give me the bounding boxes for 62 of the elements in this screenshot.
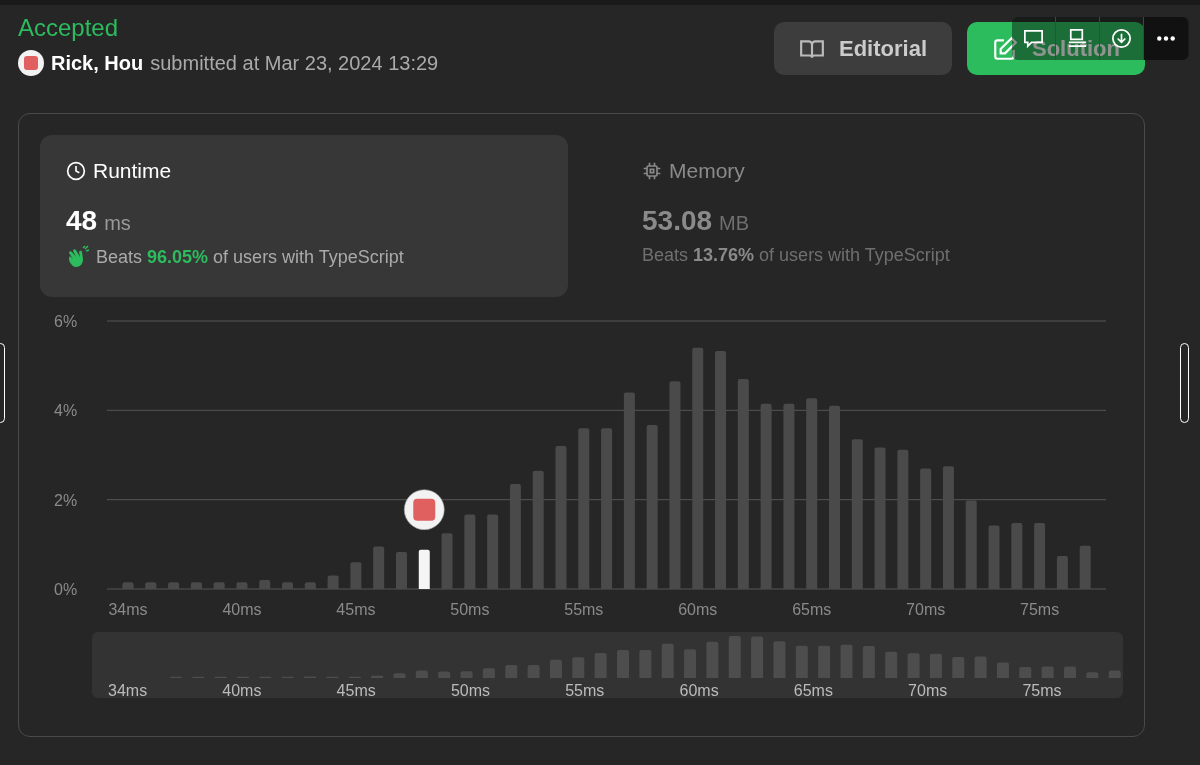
bar bbox=[572, 657, 585, 678]
beats-text: Beats 96.05% of users with TypeScript bbox=[96, 246, 404, 268]
bar bbox=[617, 649, 629, 678]
stat-title: Memory bbox=[669, 159, 745, 183]
axis-label: 60ms bbox=[679, 682, 719, 698]
bar bbox=[885, 651, 898, 678]
more-icon[interactable] bbox=[1144, 17, 1188, 60]
bar bbox=[952, 656, 965, 678]
bar bbox=[706, 641, 719, 678]
status-title: Accepted bbox=[18, 13, 120, 43]
chip-icon bbox=[642, 161, 662, 181]
range-overview[interactable]: 34ms 40ms 45ms 50ms 55ms 60ms 65ms 70ms 75ms bbox=[92, 632, 1123, 698]
axis-label: 75ms bbox=[1022, 682, 1062, 698]
axis-label: 40ms bbox=[222, 601, 262, 618]
bar bbox=[438, 671, 451, 678]
axis-label: 40ms bbox=[222, 682, 262, 698]
axis-label: 45ms bbox=[336, 682, 376, 698]
stat-title: Runtime bbox=[93, 159, 172, 183]
bar bbox=[1086, 672, 1099, 678]
submitted-time: submitted at Mar 23, 2024 13:29 bbox=[150, 51, 439, 75]
user-avatar-pin bbox=[403, 489, 445, 530]
stat-value: 48 bbox=[66, 205, 98, 237]
axis-label: 45ms bbox=[336, 601, 376, 618]
bar bbox=[1064, 666, 1076, 678]
axis-label: 55ms bbox=[565, 682, 605, 698]
bar bbox=[415, 670, 428, 678]
bar bbox=[482, 668, 495, 678]
axis-label: 75ms bbox=[1020, 601, 1060, 618]
axis-label: 65ms bbox=[792, 601, 832, 618]
clapping-hands-icon bbox=[66, 245, 90, 269]
axis-label: 34ms bbox=[108, 601, 148, 618]
bar bbox=[684, 649, 697, 678]
clock-icon bbox=[66, 161, 86, 181]
beats-text: Beats 13.76% of users with TypeScript bbox=[642, 245, 950, 266]
bar bbox=[751, 636, 764, 678]
stat-value: 53.08 bbox=[642, 205, 713, 237]
bar bbox=[818, 645, 831, 678]
editorial-button[interactable]: Editorial bbox=[774, 22, 952, 75]
runtime-card[interactable]: Runtime 48 ms Beats 96.05% of users with TypeScript bbox=[40, 135, 568, 297]
axis-label: 70ms bbox=[908, 682, 948, 698]
stat-unit: MB bbox=[719, 212, 750, 235]
axis-label: 4% bbox=[54, 402, 78, 420]
axis-label: 50ms bbox=[450, 682, 490, 698]
axis-label: 50ms bbox=[450, 601, 490, 618]
axis-label: 2% bbox=[54, 491, 78, 509]
bar bbox=[639, 649, 652, 678]
axis-label: 34ms bbox=[108, 682, 148, 698]
edit-icon bbox=[992, 35, 1018, 62]
axis-label: 0% bbox=[54, 581, 78, 598]
memory-card[interactable]: Memory 53.08 MB Beats 13.76% of users with TypeScript bbox=[616, 135, 1144, 297]
axis-label: 55ms bbox=[564, 601, 604, 618]
avatar bbox=[18, 50, 44, 76]
axis-label: 60ms bbox=[678, 601, 718, 618]
axis-label: 70ms bbox=[906, 601, 946, 618]
bar bbox=[393, 673, 406, 678]
bar bbox=[1108, 670, 1121, 678]
bar bbox=[460, 671, 473, 678]
stat-unit: ms bbox=[104, 212, 131, 235]
axis-label: 6% bbox=[54, 313, 78, 330]
user-name[interactable]: Rick, Hou bbox=[51, 51, 144, 75]
axis-label: 65ms bbox=[793, 682, 833, 698]
bar bbox=[773, 641, 786, 678]
